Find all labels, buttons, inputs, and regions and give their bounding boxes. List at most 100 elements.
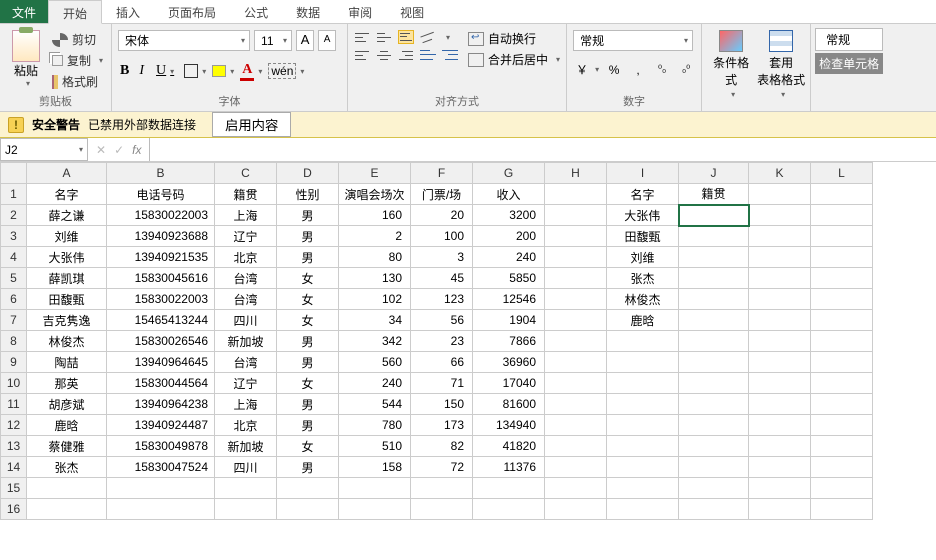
cell-I2[interactable]: 大张伟 [607,205,679,226]
cell-C2[interactable]: 上海 [215,205,277,226]
copy-button[interactable]: 复制▾ [50,51,105,70]
cell-B11[interactable]: 13940964238 [107,394,215,415]
cell-B8[interactable]: 15830026546 [107,331,215,352]
cell-L3[interactable] [811,226,873,247]
row-header-6[interactable]: 6 [1,289,27,310]
cell-D3[interactable]: 男 [277,226,339,247]
underline-button[interactable]: U▾ [152,61,178,81]
cell-L2[interactable] [811,205,873,226]
format-painter-button[interactable]: 格式刷 [50,72,105,91]
cell-C13[interactable]: 新加坡 [215,436,277,457]
cell-J2[interactable] [679,205,749,226]
cell-K10[interactable] [749,373,811,394]
cell-G3[interactable]: 200 [473,226,545,247]
cell-E4[interactable]: 80 [339,247,411,268]
cell-D15[interactable] [277,478,339,499]
comma-button[interactable]: , [629,63,647,77]
cell-F5[interactable]: 45 [411,268,473,289]
cell-K1[interactable] [749,184,811,205]
cell-C10[interactable]: 辽宁 [215,373,277,394]
cell-G2[interactable]: 3200 [473,205,545,226]
cell-A3[interactable]: 刘维 [27,226,107,247]
cell-K3[interactable] [749,226,811,247]
cell-A14[interactable]: 张杰 [27,457,107,478]
cell-E5[interactable]: 130 [339,268,411,289]
cell-G13[interactable]: 41820 [473,436,545,457]
cell-style-normal[interactable]: 常规 [815,28,883,51]
align-top-button[interactable] [354,30,370,44]
cell-H15[interactable] [545,478,607,499]
cell-L16[interactable] [811,499,873,520]
cell-B1[interactable]: 电话号码 [107,184,215,205]
cell-A9[interactable]: 陶喆 [27,352,107,373]
tab-6[interactable]: 视图 [386,0,438,23]
cell-A16[interactable] [27,499,107,520]
col-header-L[interactable]: L [811,163,873,184]
row-header-13[interactable]: 13 [1,436,27,457]
format-as-table-button[interactable]: 套用 表格格式 ▾ [758,30,804,99]
cell-I13[interactable] [607,436,679,457]
cell-C5[interactable]: 台湾 [215,268,277,289]
cell-K12[interactable] [749,415,811,436]
cell-D9[interactable]: 男 [277,352,339,373]
cell-J11[interactable] [679,394,749,415]
cell-K5[interactable] [749,268,811,289]
cell-I10[interactable] [607,373,679,394]
cell-B3[interactable]: 13940923688 [107,226,215,247]
col-header-K[interactable]: K [749,163,811,184]
decrease-decimal-button[interactable]: ₀⁰ [677,64,695,75]
align-middle-button[interactable] [376,30,392,44]
cell-D2[interactable]: 男 [277,205,339,226]
cell-J13[interactable] [679,436,749,457]
phonetic-button[interactable]: wén▾ [268,63,304,79]
paste-button[interactable]: 粘贴 ▾ [6,30,46,88]
cell-F2[interactable]: 20 [411,205,473,226]
cell-J3[interactable] [679,226,749,247]
cell-L1[interactable] [811,184,873,205]
cell-style-check[interactable]: 检查单元格 [815,53,883,74]
cell-E1[interactable]: 演唱会场次 [339,184,411,205]
row-header-2[interactable]: 2 [1,205,27,226]
cell-F8[interactable]: 23 [411,331,473,352]
cut-button[interactable]: 剪切 [50,30,105,49]
font-color-button[interactable]: A▾ [240,62,262,81]
cell-B9[interactable]: 13940964645 [107,352,215,373]
formula-input[interactable] [149,138,936,161]
cell-L4[interactable] [811,247,873,268]
cell-E8[interactable]: 342 [339,331,411,352]
cell-F7[interactable]: 56 [411,310,473,331]
cell-G8[interactable]: 7866 [473,331,545,352]
cell-E3[interactable]: 2 [339,226,411,247]
worksheet-grid[interactable]: ABCDEFGHIJKL1名字电话号码籍贯性别演唱会场次门票/场收入名字籍贯2薛… [0,162,936,520]
row-header-3[interactable]: 3 [1,226,27,247]
cell-B2[interactable]: 15830022003 [107,205,215,226]
cell-C9[interactable]: 台湾 [215,352,277,373]
cell-A12[interactable]: 鹿晗 [27,415,107,436]
row-header-16[interactable]: 16 [1,499,27,520]
cell-J12[interactable] [679,415,749,436]
enter-formula-button[interactable]: ✓ [114,143,124,157]
cell-C15[interactable] [215,478,277,499]
cell-A11[interactable]: 胡彦斌 [27,394,107,415]
cell-D13[interactable]: 女 [277,436,339,457]
cell-J8[interactable] [679,331,749,352]
cell-L11[interactable] [811,394,873,415]
percent-button[interactable]: % [605,63,623,77]
cell-H2[interactable] [545,205,607,226]
tab-1[interactable]: 插入 [102,0,154,23]
cell-I4[interactable]: 刘维 [607,247,679,268]
cell-F9[interactable]: 66 [411,352,473,373]
cell-L15[interactable] [811,478,873,499]
cell-E12[interactable]: 780 [339,415,411,436]
cell-H12[interactable] [545,415,607,436]
cell-G10[interactable]: 17040 [473,373,545,394]
number-format-select[interactable]: 常规▾ [573,30,693,51]
cell-L5[interactable] [811,268,873,289]
cell-J1[interactable]: 籍贯 [679,184,749,205]
cell-F14[interactable]: 72 [411,457,473,478]
tab-2[interactable]: 页面布局 [154,0,230,23]
cell-C4[interactable]: 北京 [215,247,277,268]
cell-I12[interactable] [607,415,679,436]
col-header-E[interactable]: E [339,163,411,184]
col-header-C[interactable]: C [215,163,277,184]
